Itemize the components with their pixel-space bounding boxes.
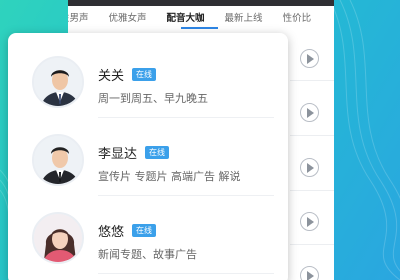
list-item[interactable]: 关关 在线 周一到周五、早九晚五: [8, 39, 288, 119]
status-bar: [68, 0, 334, 6]
female-avatar-icon: [34, 214, 82, 262]
name-row: 李显达 在线: [98, 143, 170, 162]
divider: [290, 244, 334, 245]
actor-description: 新闻专题、故事广告: [98, 248, 197, 261]
play-icon[interactable]: [300, 266, 319, 280]
active-tab-indicator: [181, 27, 218, 29]
play-icon[interactable]: [300, 49, 319, 68]
list-item[interactable]: 悠悠 在线 新闻专题、故事广告: [8, 195, 288, 275]
list-play-column: [290, 40, 334, 280]
avatar: [32, 56, 84, 108]
divider: [290, 80, 334, 81]
category-tabs: 性男声 优雅女声 配音大咖 最新上线 性价比: [68, 8, 334, 26]
name-row: 关关 在线: [98, 65, 157, 84]
list-item[interactable]: 李显达 在线 宣传片 专题片 高端广告 解说: [8, 117, 288, 197]
divider: [290, 190, 334, 191]
play-icon[interactable]: [300, 103, 319, 122]
divider: [290, 135, 334, 136]
play-icon[interactable]: [300, 212, 319, 231]
voice-actor-card: 关关 在线 周一到周五、早九晚五 李显达 在线 宣传片 专题片 高端广告 解说: [8, 33, 288, 280]
actor-name: 悠悠: [98, 225, 125, 240]
tab-male-voice[interactable]: 性男声: [68, 10, 89, 24]
male-avatar-icon: [34, 136, 82, 184]
name-row: 悠悠 在线: [98, 221, 157, 240]
divider: [98, 273, 274, 274]
avatar: [32, 134, 84, 186]
avatar: [32, 212, 84, 264]
actor-name: 李显达: [98, 147, 138, 162]
tab-new-arrivals[interactable]: 最新上线: [225, 10, 263, 24]
male-avatar-icon: [34, 58, 82, 106]
tab-value[interactable]: 性价比: [283, 10, 312, 24]
tab-elegant-female-voice[interactable]: 优雅女声: [109, 10, 147, 24]
actor-name: 关关: [98, 69, 125, 84]
play-icon[interactable]: [300, 158, 319, 177]
tab-voice-stars[interactable]: 配音大咖: [167, 10, 205, 24]
online-badge: 在线: [132, 68, 157, 81]
online-badge: 在线: [145, 146, 170, 159]
actor-description: 周一到周五、早九晚五: [98, 92, 208, 105]
actor-description: 宣传片 专题片 高端广告 解说: [98, 170, 241, 183]
online-badge: 在线: [132, 224, 157, 237]
